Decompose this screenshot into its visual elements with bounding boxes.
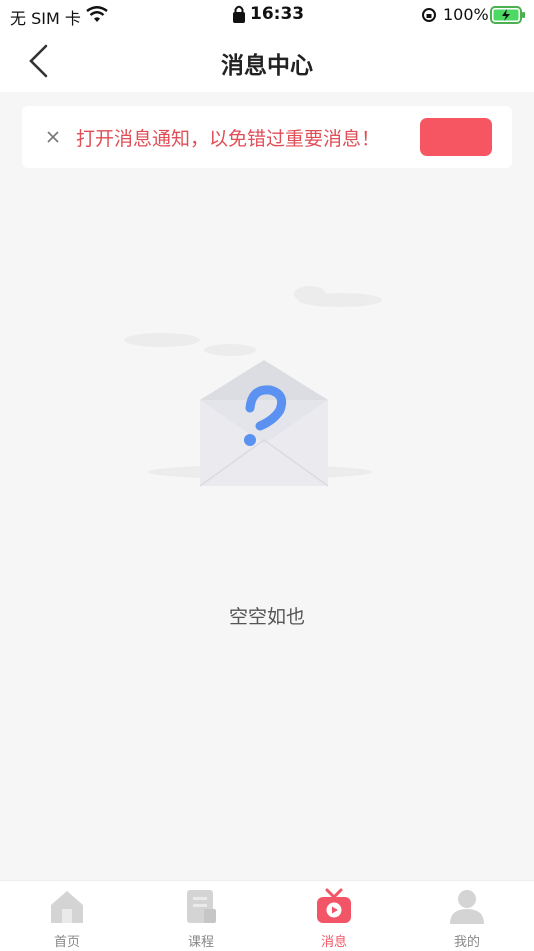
battery-percent: 100% xyxy=(443,5,489,24)
empty-state-text: 空空如也 xyxy=(228,606,305,628)
tab-label: 消息 xyxy=(320,935,347,950)
status-time: 16:33 xyxy=(250,4,305,24)
orientation-lock-icon xyxy=(422,8,436,22)
tab-home[interactable]: 首页 xyxy=(0,881,134,951)
tab-label: 首页 xyxy=(53,935,80,950)
bottom-tab-bar: 首页 课程 消息 我的 xyxy=(0,880,534,951)
notification-banner: 打开消息通知，以免错过重要消息！ xyxy=(22,106,512,168)
enable-notification-button[interactable] xyxy=(420,118,492,156)
lock-icon xyxy=(233,5,245,23)
tab-label: 我的 xyxy=(453,935,480,950)
notification-prompt-text: 打开消息通知，以免错过重要消息！ xyxy=(76,128,381,150)
tab-label: 课程 xyxy=(187,935,214,950)
course-icon xyxy=(187,890,216,923)
battery-charging-icon xyxy=(490,6,525,24)
tab-profile[interactable]: 我的 xyxy=(400,881,534,951)
nav-bar: 消息中心 xyxy=(0,30,534,92)
wifi-icon xyxy=(86,6,108,22)
message-tv-icon xyxy=(317,888,351,923)
tab-message[interactable]: 消息 xyxy=(267,881,401,951)
carrier-label: 无 SIM 卡 xyxy=(10,9,81,28)
page-title: 消息中心 xyxy=(221,53,313,79)
tab-course[interactable]: 课程 xyxy=(134,881,268,951)
empty-envelope-icon xyxy=(124,286,382,487)
close-icon[interactable] xyxy=(46,130,60,144)
status-bar: 无 SIM 卡 16:33 100% xyxy=(0,0,534,30)
home-icon xyxy=(51,891,83,923)
profile-icon xyxy=(450,890,484,924)
